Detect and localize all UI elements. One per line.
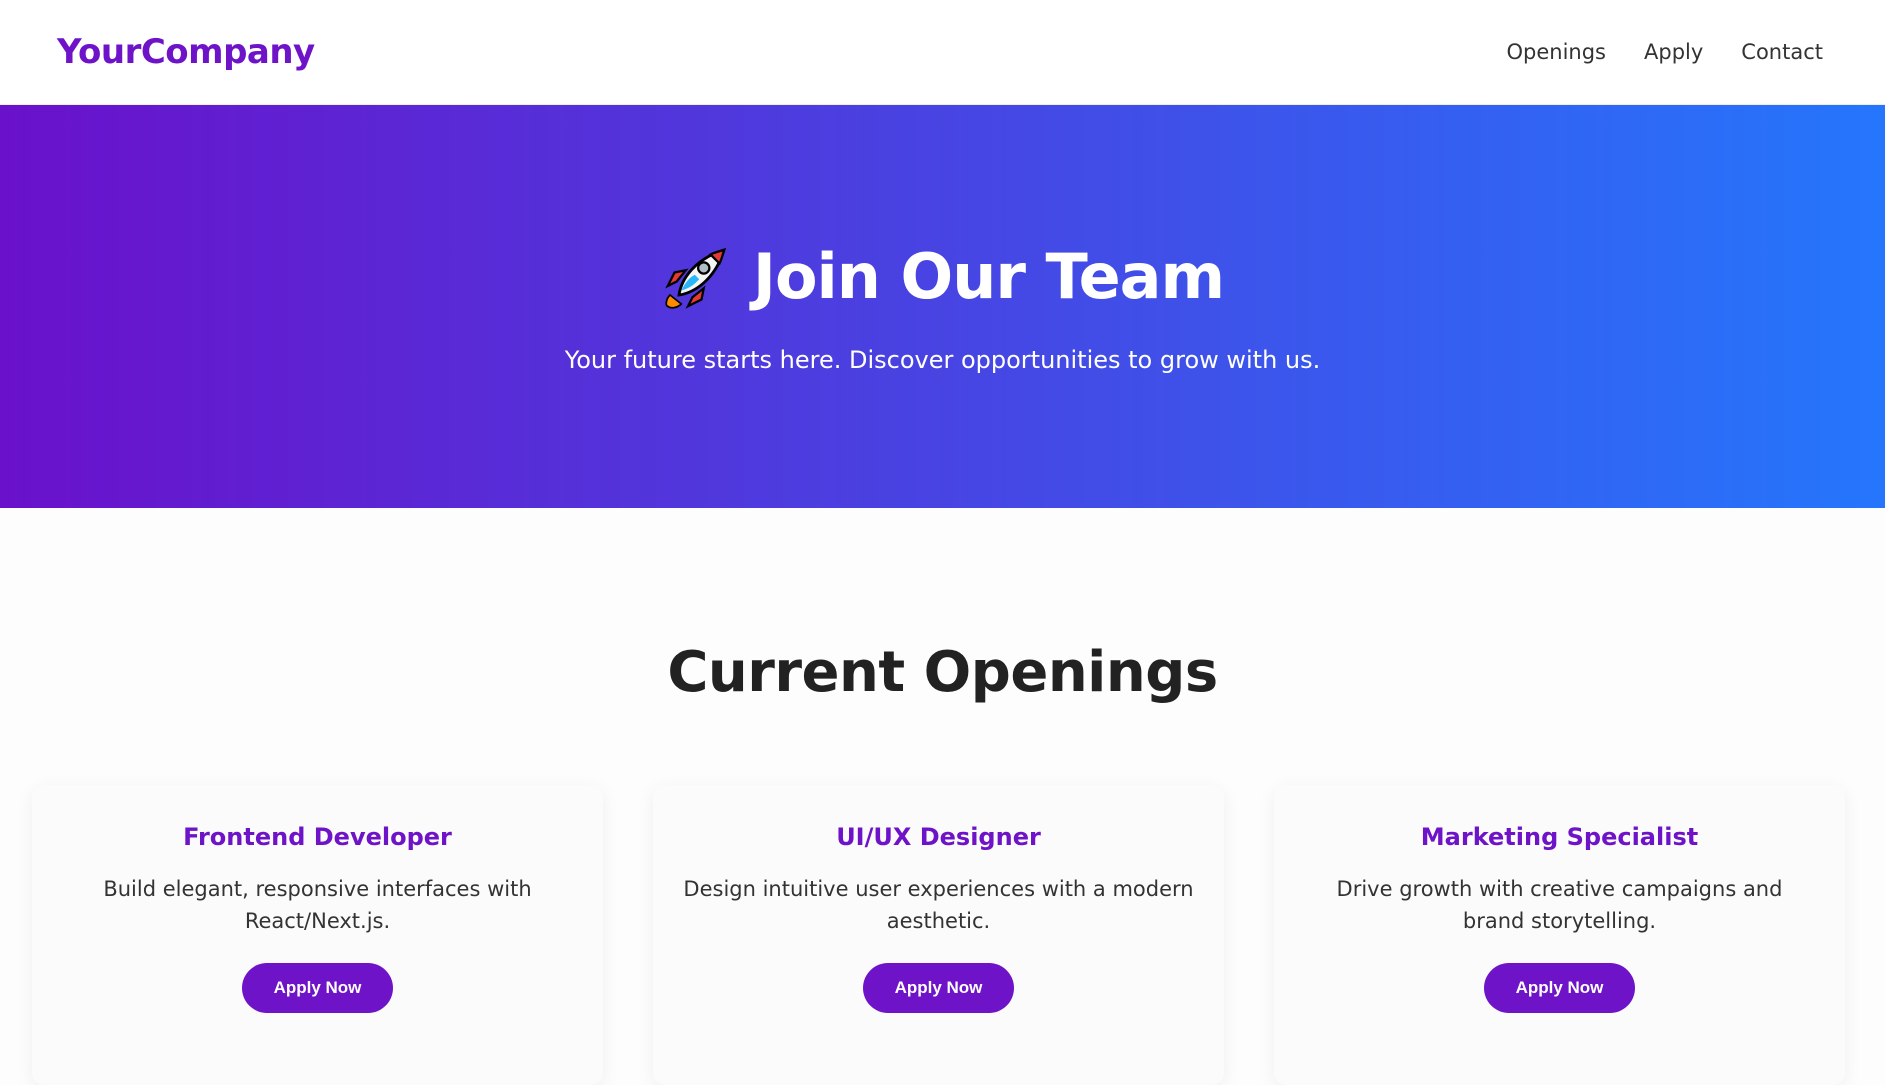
hero-title: Join Our Team <box>752 240 1225 313</box>
job-title: Marketing Specialist <box>1420 823 1699 851</box>
brand-logo[interactable]: YourCompany <box>57 32 315 72</box>
job-description: Build elegant, responsive interfaces wit… <box>103 877 532 933</box>
job-card: UI/UX Designer Design intuitive user exp… <box>653 785 1224 1085</box>
main-nav: Openings Apply Contact <box>1506 40 1823 64</box>
job-description: Drive growth with creative campaigns and… <box>1336 877 1783 933</box>
apply-now-button[interactable]: Apply Now <box>862 963 1015 1013</box>
job-title: Frontend Developer <box>183 823 452 851</box>
nav-link-contact[interactable]: Contact <box>1741 40 1823 64</box>
nav-link-openings[interactable]: Openings <box>1506 40 1606 64</box>
job-card: Marketing Specialist Drive growth with c… <box>1274 785 1845 1085</box>
rocket-icon <box>665 247 727 309</box>
job-title: UI/UX Designer <box>836 823 1041 851</box>
site-header: YourCompany Openings Apply Contact <box>0 0 1885 105</box>
job-card: Frontend Developer Build elegant, respon… <box>32 785 603 1085</box>
hero-title-row: Join Our Team <box>0 240 1885 313</box>
hero-banner: Join Our Team Your future starts here. D… <box>0 105 1885 508</box>
nav-link-apply[interactable]: Apply <box>1644 40 1703 64</box>
job-description: Design intuitive user experiences with a… <box>683 877 1194 933</box>
apply-now-button[interactable]: Apply Now <box>1483 963 1636 1013</box>
hero-subtitle: Your future starts here. Discover opport… <box>564 346 1321 374</box>
openings-title: Current Openings <box>667 640 1218 705</box>
job-card-list: Frontend Developer Build elegant, respon… <box>32 785 1845 1085</box>
apply-now-button[interactable]: Apply Now <box>241 963 394 1013</box>
